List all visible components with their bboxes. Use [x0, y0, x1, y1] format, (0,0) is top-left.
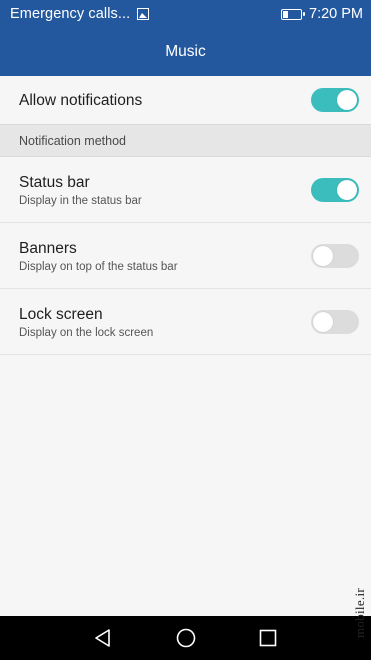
lock-screen-subtitle: Display on the lock screen [19, 327, 154, 339]
banners-subtitle: Display on top of the status bar [19, 261, 178, 273]
lock-screen-row[interactable]: Lock screen Display on the lock screen [0, 289, 371, 355]
image-icon [137, 8, 150, 20]
status-right: 7:20 PM [281, 6, 363, 22]
status-bar: Emergency calls... 7:20 PM [0, 0, 371, 28]
status-bar-toggle[interactable] [311, 178, 359, 202]
page-title: Music [165, 43, 206, 60]
title-bar: Music [0, 28, 371, 76]
watermark: mobile.ir [352, 588, 367, 638]
status-bar-row[interactable]: Status bar Display in the status bar [0, 157, 371, 223]
section-label: Notification method [19, 134, 127, 148]
toggle-knob [313, 246, 333, 266]
toggle-knob [313, 312, 333, 332]
notification-method-section: Notification method [0, 124, 371, 157]
toggle-knob [337, 90, 357, 110]
settings-screen: Emergency calls... 7:20 PM Music Allow n… [0, 0, 371, 660]
banners-title: Banners [19, 240, 77, 257]
navigation-bar [0, 616, 371, 660]
allow-notifications-label: Allow notifications [19, 92, 143, 109]
status-bar-title: Status bar [19, 174, 90, 191]
allow-notifications-toggle[interactable] [311, 88, 359, 112]
home-circle-icon[interactable] [175, 627, 197, 649]
toggle-knob [337, 180, 357, 200]
status-notification-text: Emergency calls... [10, 6, 131, 22]
lock-screen-toggle[interactable] [311, 310, 359, 334]
back-triangle-icon[interactable] [92, 627, 114, 649]
battery-icon [281, 8, 305, 20]
recents-square-icon[interactable] [257, 627, 279, 649]
lock-screen-title: Lock screen [19, 306, 103, 323]
banners-toggle[interactable] [311, 244, 359, 268]
allow-notifications-row[interactable]: Allow notifications [0, 76, 371, 125]
banners-row[interactable]: Banners Display on top of the status bar [0, 223, 371, 289]
status-left: Emergency calls... [10, 6, 150, 22]
status-bar-subtitle: Display in the status bar [19, 195, 142, 207]
status-time: 7:20 PM [309, 6, 363, 22]
header: Emergency calls... 7:20 PM Music [0, 0, 371, 76]
